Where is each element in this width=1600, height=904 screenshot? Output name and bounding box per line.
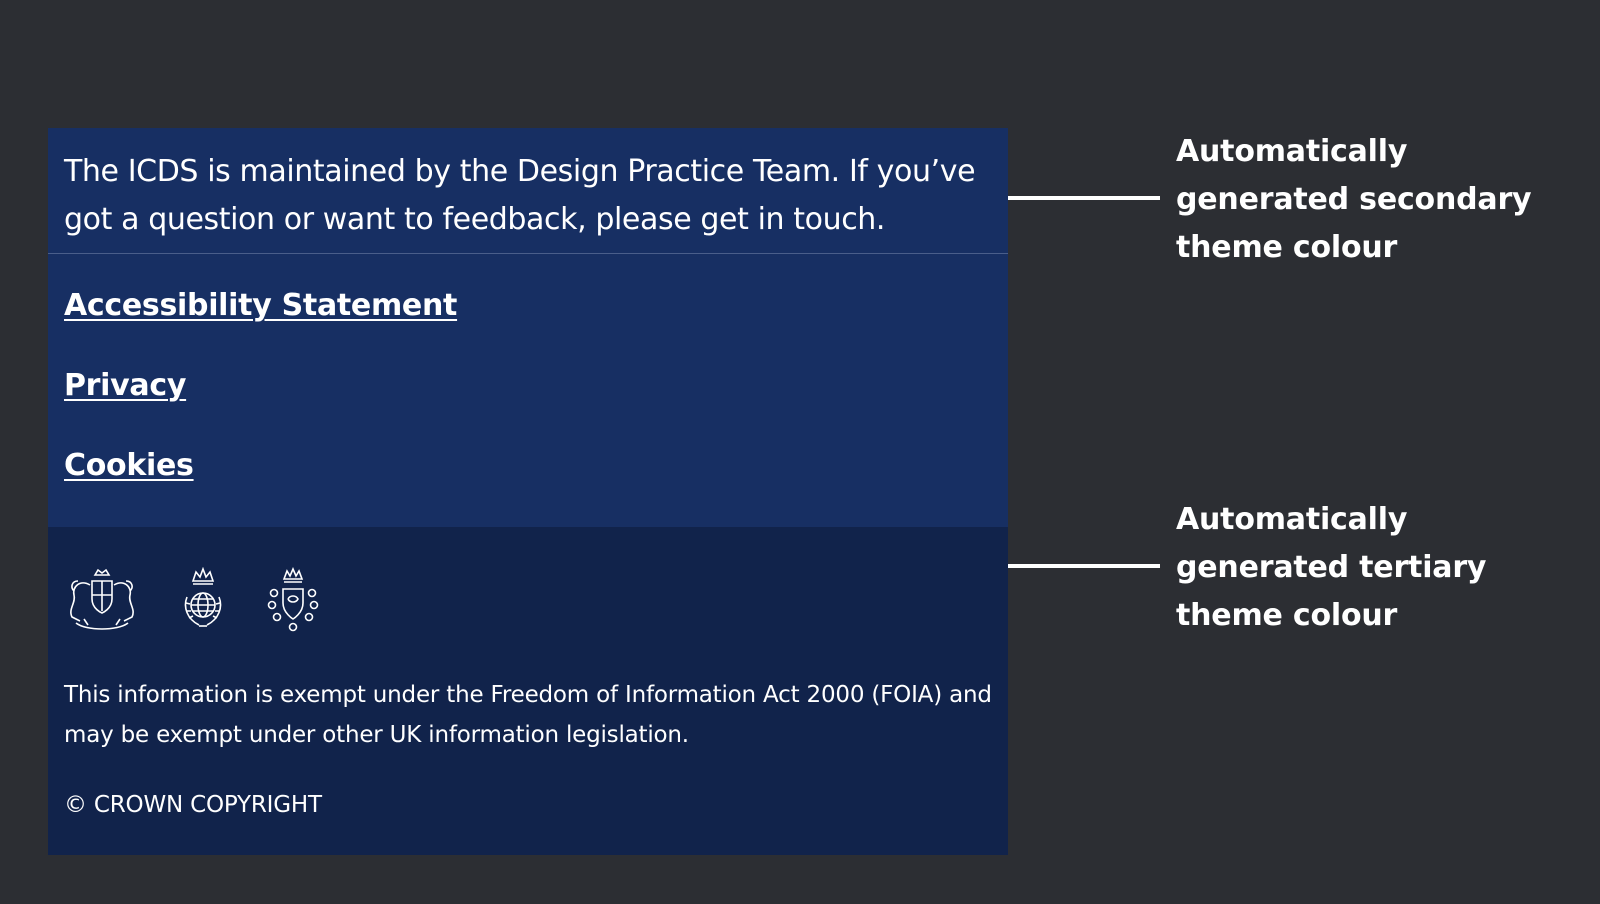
crest-row [64, 565, 992, 635]
privacy-link[interactable]: Privacy [64, 366, 186, 406]
footer-links: Accessibility Statement Privacy Cookies [48, 254, 1008, 527]
footer-intro-text: The ICDS is maintained by the Design Pra… [64, 154, 976, 237]
footer-secondary-section: The ICDS is maintained by the Design Pra… [48, 128, 1008, 254]
tertiary-annotation-line [1008, 564, 1160, 568]
site-footer: The ICDS is maintained by the Design Pra… [48, 128, 1008, 856]
accessibility-statement-link[interactable]: Accessibility Statement [64, 286, 457, 326]
secondary-colour-annotation: Automatically generated secondary theme … [1176, 134, 1532, 265]
footer-tertiary-section: This information is exempt under the Fre… [48, 527, 1008, 855]
royal-coat-of-arms-icon [64, 567, 140, 633]
tertiary-colour-annotation: Automatically generated tertiary theme c… [1176, 502, 1487, 633]
foia-exemption-text: This information is exempt under the Fre… [64, 682, 992, 748]
crown-copyright-text: © CROWN COPYRIGHT [64, 792, 322, 818]
crowned-shield-badge-icon [266, 567, 320, 633]
crown-globe-emblem-icon [180, 567, 226, 633]
secondary-annotation-line [1008, 196, 1160, 200]
cookies-link[interactable]: Cookies [64, 446, 194, 486]
